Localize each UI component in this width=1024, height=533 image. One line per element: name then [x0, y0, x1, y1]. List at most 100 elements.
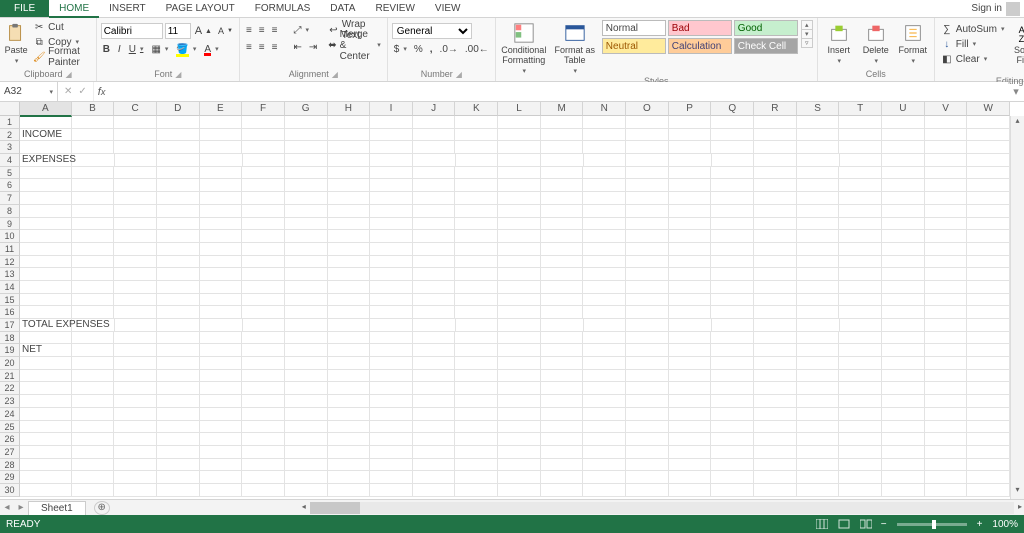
cell[interactable] [882, 256, 925, 268]
cell[interactable] [839, 230, 882, 242]
cell[interactable] [157, 471, 200, 483]
cell[interactable] [669, 294, 712, 306]
cell[interactable] [626, 294, 669, 306]
cell[interactable] [498, 129, 541, 141]
cell[interactable] [797, 370, 840, 382]
cell[interactable] [967, 395, 1010, 407]
cell[interactable] [754, 306, 797, 318]
conditional-formatting-button[interactable]: Conditional Formatting▾ [500, 20, 548, 75]
cell[interactable] [583, 218, 626, 230]
cell[interactable] [498, 167, 541, 179]
cell[interactable] [925, 179, 968, 191]
cell[interactable] [328, 230, 371, 242]
cell[interactable] [456, 154, 499, 166]
cell[interactable] [711, 408, 754, 420]
cell[interactable] [200, 205, 243, 217]
cell[interactable] [541, 116, 584, 128]
cell[interactable] [200, 141, 243, 153]
row-header-20[interactable]: 20 [0, 357, 20, 370]
enter-formula-icon[interactable]: ✓ [78, 86, 86, 97]
cell[interactable] [541, 281, 584, 293]
sort-filter-button[interactable]: AZSort & Filter▾ [1009, 20, 1024, 75]
cell[interactable] [328, 395, 371, 407]
cell[interactable] [455, 446, 498, 458]
cell[interactable] [200, 319, 243, 331]
cell[interactable] [328, 344, 371, 356]
number-format-select[interactable]: General [392, 23, 472, 39]
col-header-T[interactable]: T [839, 102, 882, 116]
cell[interactable] [370, 306, 413, 318]
col-header-D[interactable]: D [157, 102, 200, 116]
cell[interactable] [413, 205, 456, 217]
col-header-S[interactable]: S [797, 102, 840, 116]
cell[interactable] [285, 471, 328, 483]
cell[interactable] [882, 154, 925, 166]
cell[interactable] [583, 294, 626, 306]
cell[interactable] [157, 332, 200, 344]
cell[interactable] [328, 243, 371, 255]
cell[interactable] [669, 484, 712, 496]
cell[interactable] [669, 306, 712, 318]
cell[interactable] [967, 179, 1010, 191]
cell[interactable] [754, 154, 797, 166]
cell[interactable] [797, 446, 840, 458]
cell[interactable] [541, 218, 584, 230]
cell[interactable] [797, 192, 840, 204]
cell[interactable] [370, 395, 413, 407]
align-left-button[interactable]: ≡ [244, 40, 254, 54]
cell[interactable] [711, 344, 754, 356]
cell[interactable] [797, 218, 840, 230]
cell[interactable] [967, 294, 1010, 306]
sign-in[interactable]: Sign in [967, 0, 1024, 17]
cell[interactable] [285, 167, 328, 179]
cell[interactable] [797, 484, 840, 496]
cell[interactable] [839, 129, 882, 141]
cell[interactable] [583, 357, 626, 369]
cell[interactable] [285, 459, 328, 471]
cell[interactable] [583, 408, 626, 420]
select-all-corner[interactable] [0, 102, 20, 116]
cell[interactable] [498, 484, 541, 496]
cell[interactable] [413, 382, 456, 394]
cell[interactable] [541, 332, 584, 344]
row-header-27[interactable]: 27 [0, 446, 20, 459]
cell[interactable] [754, 243, 797, 255]
cell[interactable] [157, 319, 200, 331]
cell[interactable] [626, 256, 669, 268]
cell[interactable] [583, 256, 626, 268]
cell[interactable] [626, 408, 669, 420]
cell[interactable] [583, 205, 626, 217]
cell[interactable] [711, 484, 754, 496]
cell[interactable] [840, 154, 883, 166]
align-top-button[interactable]: ≡ [244, 23, 254, 37]
cell[interactable] [925, 167, 968, 179]
cell[interactable] [72, 294, 115, 306]
cell[interactable] [925, 192, 968, 204]
col-header-E[interactable]: E [200, 102, 243, 116]
cell[interactable] [583, 243, 626, 255]
cell[interactable] [455, 256, 498, 268]
cell[interactable] [797, 471, 840, 483]
cell[interactable] [839, 192, 882, 204]
cell[interactable] [285, 116, 328, 128]
tab-home[interactable]: HOME [49, 0, 99, 18]
cell[interactable] [20, 141, 72, 153]
cell[interactable] [413, 281, 456, 293]
cell[interactable] [72, 344, 115, 356]
row-header-13[interactable]: 13 [0, 268, 20, 281]
bold-button[interactable]: B [101, 42, 112, 56]
cell[interactable] [754, 167, 797, 179]
cell[interactable] [328, 154, 371, 166]
cell[interactable] [839, 218, 882, 230]
cell[interactable] [285, 332, 328, 344]
cell[interactable] [882, 230, 925, 242]
cell[interactable] [498, 179, 541, 191]
cell[interactable] [925, 471, 968, 483]
cell[interactable] [370, 319, 413, 331]
cell[interactable] [200, 294, 243, 306]
cell[interactable] [754, 230, 797, 242]
cell[interactable] [967, 446, 1010, 458]
cell[interactable] [797, 179, 840, 191]
fill-color-button[interactable]: 🪣▾ [174, 42, 198, 56]
cell[interactable] [925, 408, 968, 420]
